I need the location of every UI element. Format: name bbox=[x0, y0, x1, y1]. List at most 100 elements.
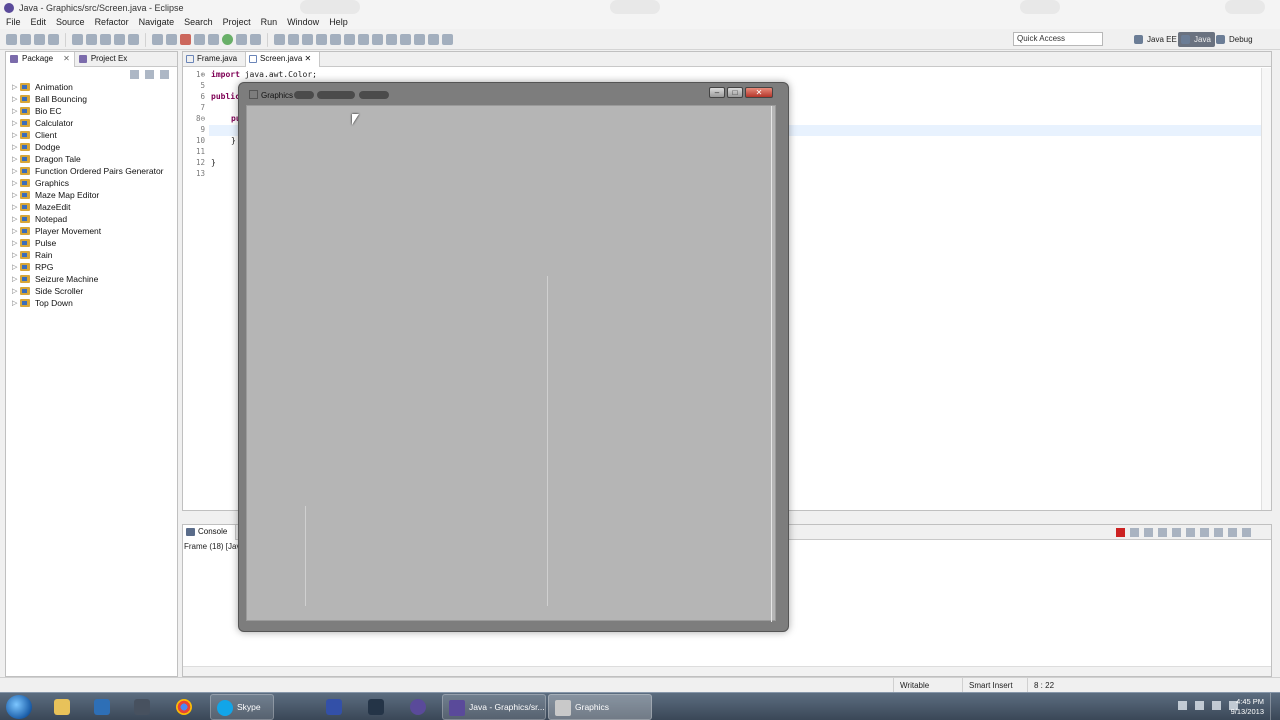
taskbar-skype[interactable]: Skype bbox=[210, 694, 274, 720]
tree-item[interactable]: ▷ Client bbox=[6, 129, 177, 141]
tab-project-explorer[interactable]: Project Ex bbox=[75, 52, 131, 67]
close-icon[interactable]: ✕ bbox=[305, 54, 312, 63]
expand-arrow-icon[interactable]: ▷ bbox=[12, 107, 20, 115]
expand-arrow-icon[interactable]: ▷ bbox=[12, 179, 20, 187]
pin-console-icon[interactable] bbox=[1186, 528, 1195, 537]
expand-arrow-icon[interactable]: ▷ bbox=[12, 83, 20, 91]
show-desktop-button[interactable] bbox=[1270, 693, 1280, 720]
tree-item[interactable]: ▷ Top Down bbox=[6, 297, 177, 309]
maximize-button[interactable]: □ bbox=[727, 87, 743, 98]
menu-file[interactable]: File bbox=[6, 17, 21, 27]
tree-item[interactable]: ▷ MazeEdit bbox=[6, 201, 177, 213]
terminate-icon[interactable] bbox=[180, 34, 191, 45]
taskbar-explorer[interactable] bbox=[44, 695, 80, 719]
graphics-window[interactable]: Graphics – □ ✕ bbox=[238, 82, 789, 632]
menu-run[interactable]: Run bbox=[261, 17, 278, 27]
tab-frame-java[interactable]: Frame.java bbox=[183, 52, 245, 67]
tree-item[interactable]: ▷ Bio EC bbox=[6, 105, 177, 117]
open-type-icon[interactable] bbox=[316, 34, 327, 45]
open-console-icon[interactable] bbox=[1214, 528, 1223, 537]
suspend-icon[interactable] bbox=[166, 34, 177, 45]
tree-item[interactable]: ▷ Graphics bbox=[6, 177, 177, 189]
code-line-1[interactable]: import java.awt.Color; bbox=[211, 70, 317, 79]
skip-breakpoints-icon[interactable] bbox=[128, 34, 139, 45]
terminate-icon[interactable] bbox=[1116, 528, 1125, 537]
code-line-12[interactable]: } bbox=[211, 158, 216, 167]
tree-item[interactable]: ▷ Seizure Machine bbox=[6, 273, 177, 285]
perspective-java[interactable]: Java bbox=[1178, 32, 1215, 47]
start-button[interactable] bbox=[6, 695, 32, 719]
tree-item[interactable]: ▷ Function Ordered Pairs Generator bbox=[6, 165, 177, 177]
tree-item[interactable]: ▷ Dragon Tale bbox=[6, 153, 177, 165]
open-perspective-icon[interactable] bbox=[442, 34, 453, 45]
taskbar-eclipse[interactable] bbox=[400, 695, 436, 719]
code-line-10[interactable]: } bbox=[231, 136, 236, 145]
collapse-all-icon[interactable] bbox=[130, 69, 139, 79]
search-icon[interactable] bbox=[330, 34, 341, 45]
tree-item[interactable]: ▷ Player Movement bbox=[6, 225, 177, 237]
tab-console[interactable]: Console bbox=[183, 524, 237, 540]
ant-icon[interactable] bbox=[72, 34, 83, 45]
tree-item[interactable]: ▷ Animation bbox=[6, 81, 177, 93]
tree-item[interactable]: ▷ Ball Bouncing bbox=[6, 93, 177, 105]
save-icon[interactable] bbox=[20, 34, 31, 45]
tree-item[interactable]: ▷ Calculator bbox=[6, 117, 177, 129]
display-console-icon[interactable] bbox=[1200, 528, 1209, 537]
minimize-icon[interactable] bbox=[1228, 528, 1237, 537]
tab-package-explorer[interactable]: Package ✕ bbox=[6, 52, 75, 67]
graphics-canvas[interactable] bbox=[246, 105, 776, 622]
scroll-lock-icon[interactable] bbox=[1158, 528, 1167, 537]
menu-source[interactable]: Source bbox=[56, 17, 85, 27]
quick-access-input[interactable]: Quick Access bbox=[1013, 32, 1103, 46]
toggle-icon[interactable] bbox=[100, 34, 111, 45]
new-class-icon[interactable] bbox=[302, 34, 313, 45]
new-icon[interactable] bbox=[6, 34, 17, 45]
tab-screen-java[interactable]: Screen.java ✕ bbox=[245, 52, 321, 67]
expand-arrow-icon[interactable]: ▷ bbox=[12, 131, 20, 139]
print-icon[interactable] bbox=[48, 34, 59, 45]
expand-arrow-icon[interactable]: ▷ bbox=[12, 275, 20, 283]
back-icon[interactable] bbox=[414, 34, 425, 45]
tree-item[interactable]: ▷ RPG bbox=[6, 261, 177, 273]
coverage-icon[interactable] bbox=[250, 34, 261, 45]
taskbar-chrome[interactable] bbox=[166, 695, 202, 719]
menu-window[interactable]: Window bbox=[287, 17, 319, 27]
menu-project[interactable]: Project bbox=[223, 17, 251, 27]
mark-icon[interactable] bbox=[114, 34, 125, 45]
expand-arrow-icon[interactable]: ▷ bbox=[12, 215, 20, 223]
close-button[interactable]: ✕ bbox=[745, 87, 773, 98]
menu-edit[interactable]: Edit bbox=[31, 17, 47, 27]
expand-arrow-icon[interactable]: ▷ bbox=[12, 143, 20, 151]
tree-item[interactable]: ▷ Rain bbox=[6, 249, 177, 261]
resume-icon[interactable] bbox=[152, 34, 163, 45]
taskbar-app[interactable] bbox=[84, 695, 120, 719]
menu-navigate[interactable]: Navigate bbox=[139, 17, 175, 27]
menu-search[interactable]: Search bbox=[184, 17, 213, 27]
taskbar-app[interactable] bbox=[124, 695, 160, 719]
flag-icon[interactable] bbox=[1212, 701, 1221, 710]
save-all-icon[interactable] bbox=[34, 34, 45, 45]
minimize-button[interactable]: – bbox=[709, 87, 725, 98]
link-editor-icon[interactable] bbox=[145, 69, 154, 79]
system-clock[interactable]: 4:45 PM 9/13/2013 bbox=[1231, 697, 1264, 717]
next-annotation-icon[interactable] bbox=[372, 34, 383, 45]
expand-arrow-icon[interactable]: ▷ bbox=[12, 299, 20, 307]
taskbar-graphics-window[interactable]: Graphics bbox=[548, 694, 652, 720]
expand-arrow-icon[interactable]: ▷ bbox=[12, 119, 20, 127]
perspective-debug[interactable]: Debug bbox=[1213, 32, 1257, 47]
prev-annotation-icon[interactable] bbox=[386, 34, 397, 45]
expand-arrow-icon[interactable]: ▷ bbox=[12, 155, 20, 163]
taskbar-app[interactable] bbox=[316, 695, 352, 719]
taskbar-steam[interactable] bbox=[358, 695, 394, 719]
expand-arrow-icon[interactable]: ▷ bbox=[12, 167, 20, 175]
run-icon[interactable] bbox=[222, 34, 233, 45]
view-menu-icon[interactable] bbox=[160, 69, 169, 79]
word-wrap-icon[interactable] bbox=[1172, 528, 1181, 537]
pin-icon[interactable] bbox=[344, 34, 355, 45]
remove-all-icon[interactable] bbox=[1144, 528, 1153, 537]
tree-item[interactable]: ▷ Pulse bbox=[6, 237, 177, 249]
format-icon[interactable] bbox=[86, 34, 97, 45]
expand-arrow-icon[interactable]: ▷ bbox=[12, 95, 20, 103]
tree-item[interactable]: ▷ Side Scroller bbox=[6, 285, 177, 297]
forward-icon[interactable] bbox=[428, 34, 439, 45]
